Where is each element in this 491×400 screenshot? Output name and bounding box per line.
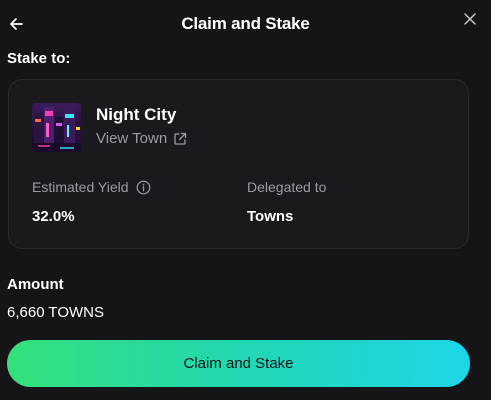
modal-header: Claim and Stake <box>0 0 491 52</box>
estimated-yield-label: Estimated Yield <box>32 179 151 195</box>
close-button[interactable] <box>463 12 477 26</box>
view-town-link[interactable]: View Town <box>96 130 187 147</box>
stake-to-label: Stake to: <box>7 50 71 67</box>
close-icon <box>464 13 476 25</box>
info-icon[interactable] <box>136 180 151 195</box>
amount-label: Amount <box>7 276 64 293</box>
claim-and-stake-button[interactable]: Claim and Stake <box>7 340 470 387</box>
amount-value: 6,660 TOWNS <box>7 304 104 321</box>
modal-title: Claim and Stake <box>181 14 310 33</box>
delegated-to-label: Delegated to <box>247 179 327 195</box>
delegated-to-value: Towns <box>247 208 294 225</box>
external-link-icon <box>174 132 187 145</box>
view-town-label: View Town <box>96 130 168 147</box>
estimated-yield-text: Estimated Yield <box>32 179 129 195</box>
town-thumbnail <box>32 103 81 152</box>
town-name: Night City <box>96 105 177 124</box>
estimated-yield-value: 32.0% <box>32 208 75 225</box>
town-card: Night City View Town Estimated Yield 32.… <box>8 79 469 249</box>
